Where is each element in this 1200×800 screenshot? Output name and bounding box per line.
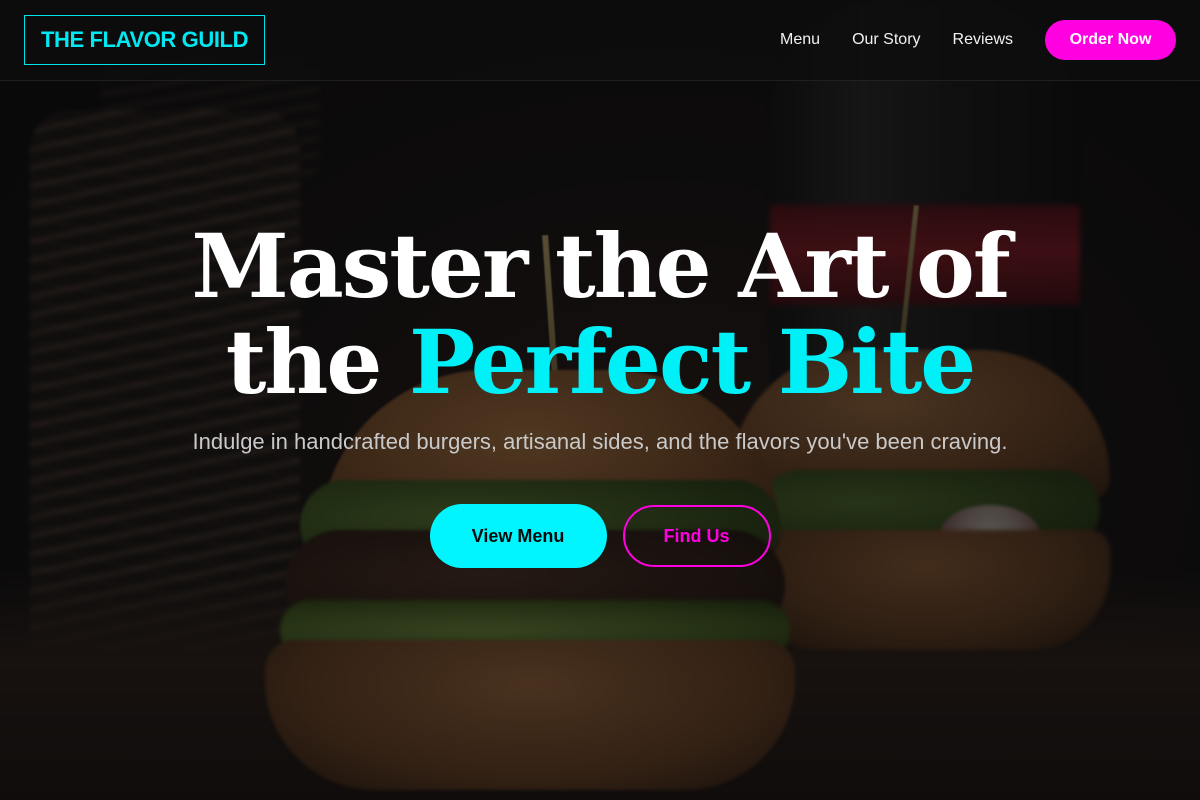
hero-headline-line1: Master the Art of (191, 214, 1010, 318)
main-nav: Menu Our Story Reviews Order Now (748, 20, 1176, 60)
hero-cta-row: View Menu Find Us (429, 504, 771, 568)
hero-headline-line2: the (225, 310, 383, 414)
view-menu-button[interactable]: View Menu (429, 504, 607, 568)
site-header: THE FLAVOR GUILD Menu Our Story Reviews … (0, 0, 1200, 81)
hero-subtitle: Indulge in handcrafted burgers, artisana… (192, 429, 1008, 454)
landing-page: THE FLAVOR GUILD Menu Our Story Reviews … (0, 0, 1200, 800)
find-us-button[interactable]: Find Us (622, 505, 771, 567)
nav-link-our-story[interactable]: Our Story (852, 31, 920, 49)
site-logo[interactable]: THE FLAVOR GUILD (24, 15, 266, 65)
nav-link-menu[interactable]: Menu (780, 31, 820, 49)
nav-link-reviews[interactable]: Reviews (953, 31, 1013, 49)
hero-headline-accent: Perfect Bite (408, 310, 976, 414)
hero-headline: Master the Art of the Perfect Bite (191, 218, 1010, 410)
order-now-button[interactable]: Order Now (1045, 20, 1176, 60)
hero-section: Master the Art of the Perfect Bite Indul… (0, 81, 1200, 800)
